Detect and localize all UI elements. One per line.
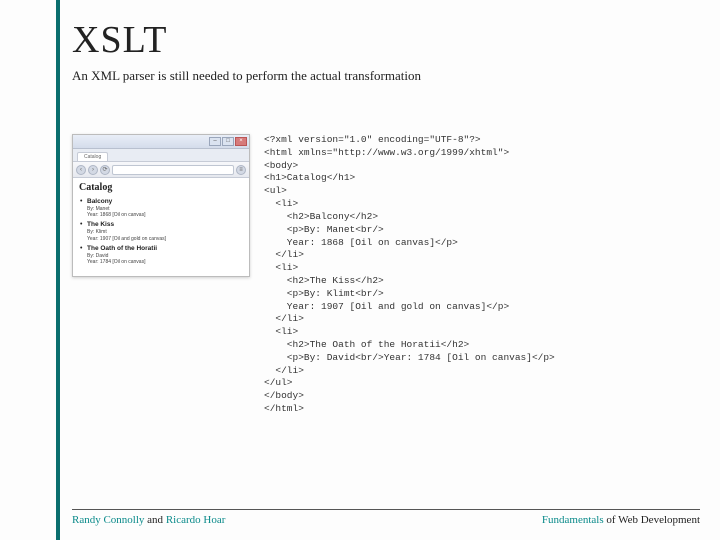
- maximize-icon: □: [222, 137, 234, 146]
- accent-bar: [56, 0, 60, 540]
- item-year: Year: 1784 [Oil on canvas]: [87, 259, 243, 265]
- reload-icon: ⟳: [100, 165, 110, 175]
- menu-icon: ≡: [236, 165, 246, 175]
- browser-viewport: Catalog Balcony By: Manet Year: 1868 [Oi…: [73, 178, 249, 276]
- address-bar: [112, 165, 234, 175]
- xml-output: <?xml version="1.0" encoding="UTF-8"?> <…: [264, 134, 555, 416]
- browser-toolbar: ‹ › ⟳ ≡: [73, 162, 249, 178]
- page-heading: Catalog: [79, 182, 243, 195]
- browser-titlebar: – □ ×: [73, 135, 249, 149]
- browser-window: – □ × Catalog ‹ › ⟳ ≡ Catalog Balcony By…: [72, 134, 250, 277]
- author-2: Ricardo Hoar: [166, 514, 226, 526]
- content-row: – □ × Catalog ‹ › ⟳ ≡ Catalog Balcony By…: [72, 134, 700, 416]
- slide-subtitle: An XML parser is still needed to perform…: [72, 68, 700, 84]
- list-item: The Kiss By: Klimt Year: 1907 [Oil and g…: [87, 221, 243, 242]
- item-year: Year: 1868 [Oil on canvas]: [87, 212, 243, 218]
- browser-tabstrip: Catalog: [73, 149, 249, 162]
- back-icon: ‹: [76, 165, 86, 175]
- book-title-part: Fundamentals: [542, 514, 604, 526]
- item-title: The Oath of the Horatii: [87, 245, 243, 253]
- slide-footer: Randy Connolly and Ricardo Hoar Fundamen…: [72, 509, 700, 526]
- slide-title: XSLT: [72, 18, 700, 62]
- list-item: Balcony By: Manet Year: 1868 [Oil on can…: [87, 198, 243, 219]
- item-title: The Kiss: [87, 221, 243, 229]
- minimize-icon: –: [209, 137, 221, 146]
- close-icon: ×: [235, 137, 247, 146]
- footer-join: and: [144, 514, 165, 526]
- item-year: Year: 1907 [Oil and gold on canvas]: [87, 236, 243, 242]
- footer-right: Fundamentals of Web Development: [542, 514, 700, 526]
- author-1: Randy Connolly: [72, 514, 144, 526]
- book-title-rest: of Web Development: [604, 514, 700, 526]
- forward-icon: ›: [88, 165, 98, 175]
- list-item: The Oath of the Horatii By: David Year: …: [87, 245, 243, 266]
- browser-tab: Catalog: [77, 152, 108, 161]
- slide-content: XSLT An XML parser is still needed to pe…: [72, 18, 700, 416]
- footer-left: Randy Connolly and Ricardo Hoar: [72, 514, 225, 526]
- item-title: Balcony: [87, 198, 243, 206]
